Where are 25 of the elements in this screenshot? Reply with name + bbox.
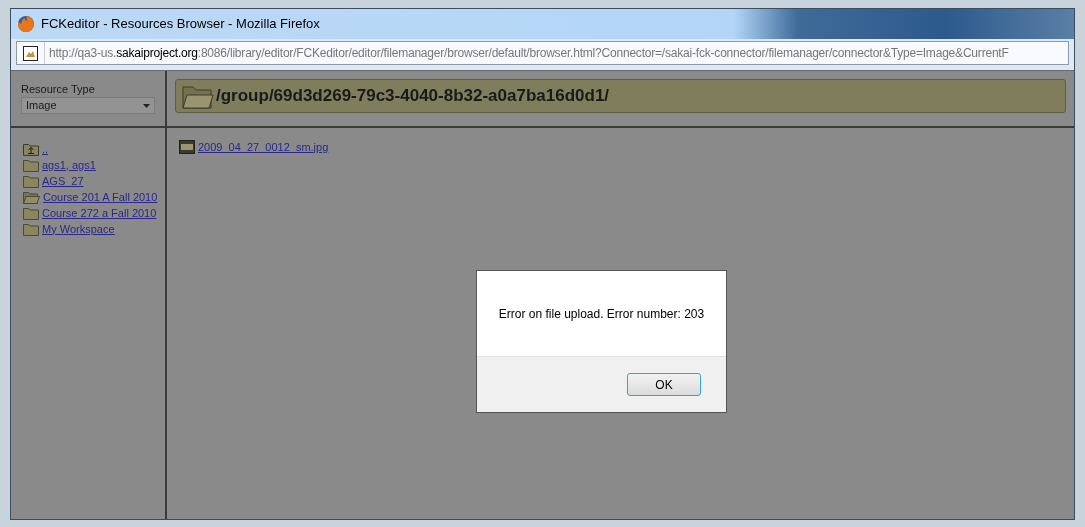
address-field[interactable]: http://qa3-us.sakaiproject.org:8086/library/editor/FCKeditor/editor/filemanager/browser/default/browser.html?Connector=/sakai-fck-connector/filemanager/connector&Type=Image&CurrentF bbox=[16, 41, 1069, 65]
dropdown-icon bbox=[143, 103, 150, 108]
page-icon bbox=[23, 45, 38, 61]
folder-link[interactable]: .. bbox=[42, 142, 49, 156]
folder-icon bbox=[23, 222, 39, 236]
window-title: FCKeditor - Resources Browser - Mozilla Firefox bbox=[41, 15, 320, 34]
ok-button[interactable]: OK bbox=[627, 373, 701, 396]
folder-link[interactable]: ags1, ags1 bbox=[42, 158, 96, 172]
folder-icon bbox=[23, 174, 39, 188]
current-path: /group/69d3d269-79c3-4040-8b32-a0a7ba16d0d1/ bbox=[216, 85, 610, 108]
open-folder-icon bbox=[182, 83, 214, 109]
resource-type-label: Resource Type bbox=[21, 83, 96, 96]
url-text: http://qa3-us.sakaiproject.org:8086/library/editor/FCKeditor/editor/filemanager/browser/default/browser.html?Connector=/sakai-fck-connector/filemanager/connector&Type=Image&CurrentF bbox=[48, 45, 1009, 62]
folder-link[interactable]: AGS_27 bbox=[42, 174, 84, 188]
folder-icon bbox=[23, 206, 39, 220]
folder-link[interactable]: My Workspace bbox=[42, 222, 115, 236]
folder-link[interactable]: Course 201 A Fall 2010 bbox=[43, 190, 158, 204]
open-folder-icon bbox=[23, 190, 40, 204]
folder-icon bbox=[23, 158, 39, 172]
file-link[interactable]: 2009_04_27_0012_sm.jpg bbox=[198, 140, 329, 154]
error-message: Error on file upload. Error number: 203 bbox=[498, 305, 705, 323]
parent-folder-icon bbox=[23, 142, 39, 156]
resource-type-select[interactable]: Image bbox=[21, 97, 155, 114]
jpg-file-icon bbox=[179, 140, 195, 154]
folder-link[interactable]: Course 272 a Fall 2010 bbox=[42, 206, 157, 220]
